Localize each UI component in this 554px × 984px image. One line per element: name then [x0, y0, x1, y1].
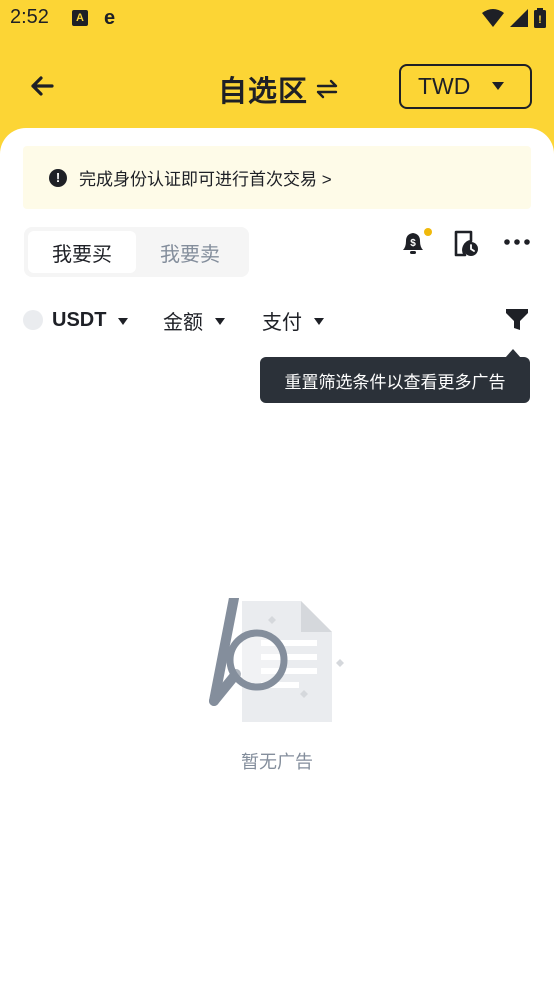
alert-bell-button[interactable]: $ [398, 228, 432, 260]
payment-label: 支付 [262, 311, 302, 334]
swap-icon [316, 79, 338, 99]
header: 自选区 TWD [0, 38, 554, 130]
tab-buy[interactable]: 我要买 [28, 231, 136, 273]
e-browser-icon: e [104, 7, 116, 29]
filter-funnel-icon[interactable] [504, 306, 530, 332]
svg-text:$: $ [410, 238, 416, 249]
filter-bar: USDT 金额 支付 [0, 300, 554, 340]
exclamation-icon: ! [49, 168, 67, 187]
reset-filter-tooltip: 重置筛选条件以查看更多广告 [260, 357, 530, 403]
svg-text:!: ! [538, 14, 542, 26]
status-right-icons: ! [482, 8, 546, 28]
wifi-icon [482, 9, 504, 27]
tooltip-text: 重置筛选条件以查看更多广告 [284, 372, 506, 392]
amount-label: 金额 [163, 311, 203, 334]
empty-state-text: 暂无广告 [241, 752, 313, 772]
main-panel: ! 完成身份认证即可进行首次交易 > 我要买 我要卖 $ USDT 金额 支付 … [0, 128, 554, 984]
payment-filter[interactable]: 支付 [262, 300, 324, 340]
order-history-button[interactable] [451, 228, 483, 260]
currency-select[interactable]: TWD [399, 64, 532, 109]
notice-text: 完成身份认证即可进行首次交易 > [79, 170, 332, 189]
more-icon [504, 239, 530, 245]
tab-sell[interactable]: 我要卖 [136, 231, 244, 273]
empty-search-document-icon [209, 598, 344, 722]
caret-down-icon [118, 317, 129, 325]
title-wrap[interactable]: 自选区 [218, 68, 338, 110]
coin-filter[interactable]: USDT [23, 300, 129, 340]
notification-dot [424, 228, 432, 236]
caret-down-icon [492, 82, 504, 90]
currency-label: TWD [418, 73, 471, 99]
coin-label: USDT [52, 308, 107, 331]
buy-sell-tabs: 我要买 我要卖 [24, 227, 249, 277]
caret-down-icon [314, 317, 324, 325]
status-time: 2:52 [10, 6, 49, 28]
amount-filter[interactable]: 金额 [163, 300, 225, 340]
a-notification-icon: A [72, 10, 88, 26]
caret-down-icon [215, 317, 225, 325]
page-title: 自选区 [218, 76, 309, 108]
battery-icon: ! [534, 8, 546, 28]
more-button[interactable] [502, 228, 534, 260]
coin-icon [23, 310, 43, 330]
status-bar: 2:52 A e ! [0, 0, 554, 38]
order-history-icon [454, 230, 478, 257]
kyc-notice[interactable]: ! 完成身份认证即可进行首次交易 > [23, 146, 531, 209]
back-arrow-icon[interactable] [26, 70, 58, 102]
signal-icon [510, 9, 528, 27]
